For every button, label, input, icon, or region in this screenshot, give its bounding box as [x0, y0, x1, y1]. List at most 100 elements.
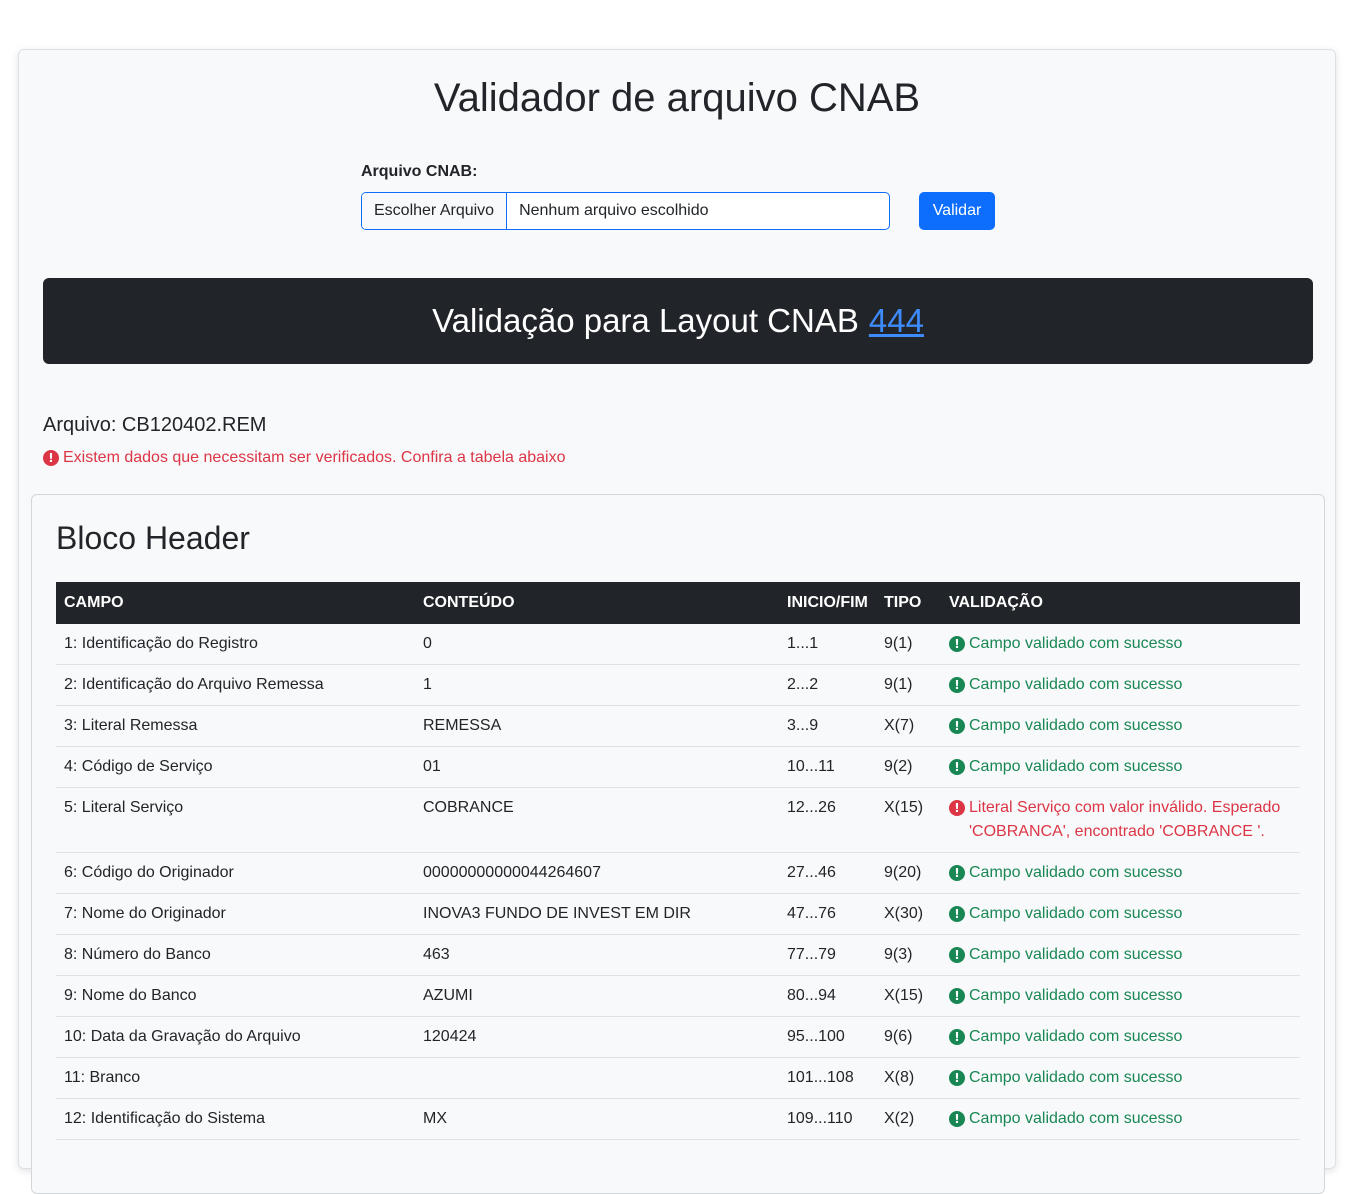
- cell-tipo: X(8): [876, 1057, 941, 1099]
- exclamation-circle-icon: !: [949, 1070, 965, 1086]
- cell-inicio-fim: 95...100: [779, 1016, 876, 1058]
- warning-text: Existem dados que necessitam ser verific…: [63, 449, 566, 466]
- cell-inicio-fim: 101...108: [779, 1057, 876, 1099]
- warning-message: ! Existem dados que necessitam ser verif…: [43, 449, 565, 467]
- cell-tipo: 9(1): [876, 664, 941, 706]
- validation-text: Campo validado com sucesso: [969, 758, 1183, 775]
- cell-campo: 4: Código de Serviço: [56, 746, 415, 788]
- file-input[interactable]: Escolher Arquivo Nenhum arquivo escolhid…: [361, 192, 890, 230]
- cell-tipo: X(15): [876, 787, 941, 853]
- validation-text: Campo validado com sucesso: [969, 987, 1183, 1004]
- cell-conteudo: INOVA3 FUNDO DE INVEST EM DIR: [415, 893, 779, 935]
- cell-inicio-fim: 47...76: [779, 893, 876, 935]
- table-row: 1: Identificação do Registro 0 1...1 9(1)! C…: [56, 624, 1300, 665]
- exclamation-circle-icon: !: [949, 1029, 965, 1045]
- exclamation-circle-icon: !: [949, 906, 965, 922]
- cell-campo: 12: Identificação do Sistema: [56, 1098, 415, 1140]
- cell-inicio-fim: 77...79: [779, 934, 876, 976]
- exclamation-circle-icon: !: [949, 636, 965, 652]
- cell-validacao: ! Campo validado com sucesso: [941, 975, 1300, 1017]
- cell-validacao: ! Campo validado com sucesso: [941, 934, 1300, 976]
- cell-conteudo: 00000000000044264607: [415, 852, 779, 894]
- cell-inicio-fim: 1...1: [779, 624, 876, 665]
- exclamation-circle-icon: !: [949, 677, 965, 693]
- col-inicio-fim: INICIO/FIM: [779, 582, 876, 624]
- table-row: 6: Código do Originador 00000000000044264…: [56, 852, 1300, 894]
- cell-tipo: 9(1): [876, 624, 941, 665]
- cell-campo: 6: Código do Originador: [56, 852, 415, 894]
- layout-link[interactable]: 444: [869, 302, 924, 340]
- cell-tipo: 9(20): [876, 852, 941, 894]
- cell-campo: 10: Data da Gravação do Arquivo: [56, 1016, 415, 1058]
- exclamation-circle-icon: !: [949, 718, 965, 734]
- table-row: 12: Identificação do Sistema MX 109...110 X…: [56, 1098, 1300, 1140]
- cell-conteudo: 01: [415, 746, 779, 788]
- cell-conteudo: 463: [415, 934, 779, 976]
- col-campo: CAMPO: [56, 582, 415, 624]
- cell-conteudo: REMESSA: [415, 705, 779, 747]
- cell-tipo: X(30): [876, 893, 941, 935]
- cell-conteudo: MX: [415, 1098, 779, 1140]
- cell-tipo: 9(6): [876, 1016, 941, 1058]
- cell-campo: 9: Nome do Banco: [56, 975, 415, 1017]
- cell-conteudo: COBRANCE: [415, 787, 779, 853]
- file-status-text: Nenhum arquivo escolhido: [519, 202, 709, 219]
- section-title: Bloco Header: [56, 520, 250, 556]
- cell-conteudo: 0: [415, 624, 779, 665]
- cell-tipo: X(2): [876, 1098, 941, 1140]
- exclamation-circle-icon: !: [949, 865, 965, 881]
- main-card: Validador de arquivo CNAB Arquivo CNAB: …: [18, 49, 1336, 1194]
- validation-text: Campo validado com sucesso: [969, 1028, 1183, 1045]
- exclamation-circle-icon: !: [949, 759, 965, 775]
- validation-text: Literal Serviço com valor inválido. Espe…: [969, 799, 1281, 840]
- cell-conteudo: AZUMI: [415, 975, 779, 1017]
- table-row: 7: Nome do Originador INOVA3 FUNDO DE INV…: [56, 893, 1300, 935]
- cell-campo: 3: Literal Remessa: [56, 705, 415, 747]
- cell-validacao: ! Literal Serviço com valor inválido. Esp…: [941, 787, 1300, 853]
- cell-validacao: ! Campo validado com sucesso: [941, 624, 1300, 665]
- cell-validacao: ! Campo validado com sucesso: [941, 705, 1300, 747]
- table-row: 5: Literal Serviço COBRANCE 12...26 X(15)! L…: [56, 787, 1300, 853]
- cell-inicio-fim: 2...2: [779, 664, 876, 706]
- cell-campo: 1: Identificação do Registro: [56, 624, 415, 665]
- cell-conteudo: [415, 1057, 779, 1099]
- cell-campo: 7: Nome do Originador: [56, 893, 415, 935]
- validation-text: Campo validado com sucesso: [969, 946, 1183, 963]
- exclamation-circle-icon: !: [949, 947, 965, 963]
- validation-text: Campo validado com sucesso: [969, 905, 1183, 922]
- validation-text: Campo validado com sucesso: [969, 676, 1183, 693]
- validation-table: CAMPO CONTEÚDO INICIO/FIM TIPO VALIDAÇÃO…: [56, 582, 1300, 1140]
- validation-text: Campo validado com sucesso: [969, 635, 1183, 652]
- table-row: 8: Número do Banco 463 77...79 9(3)! Campo v…: [56, 934, 1300, 976]
- cell-inicio-fim: 27...46: [779, 852, 876, 894]
- col-validacao: VALIDAÇÃO: [941, 582, 1300, 624]
- validation-text: Campo validado com sucesso: [969, 864, 1183, 881]
- validate-button[interactable]: Validar: [919, 192, 995, 230]
- validation-text: Campo validado com sucesso: [969, 1110, 1183, 1127]
- page-title: Validador de arquivo CNAB: [433, 76, 921, 120]
- cell-validacao: ! Campo validado com sucesso: [941, 1098, 1300, 1140]
- exclamation-circle-icon: !: [949, 800, 965, 816]
- cell-inicio-fim: 10...11: [779, 746, 876, 788]
- col-conteudo: CONTEÚDO: [415, 582, 779, 624]
- cell-tipo: X(7): [876, 705, 941, 747]
- layout-banner-text: Validação para Layout CNAB: [432, 302, 859, 339]
- cell-validacao: ! Campo validado com sucesso: [941, 746, 1300, 788]
- validation-text: Campo validado com sucesso: [969, 1069, 1183, 1086]
- file-upload-label: Arquivo CNAB:: [361, 163, 478, 180]
- table-row: 3: Literal Remessa REMESSA 3...9 X(7)! Campo…: [56, 705, 1300, 747]
- cell-tipo: 9(3): [876, 934, 941, 976]
- cell-validacao: ! Campo validado com sucesso: [941, 664, 1300, 706]
- cell-conteudo: 1: [415, 664, 779, 706]
- validation-text: Campo validado com sucesso: [969, 717, 1183, 734]
- cell-campo: 11: Branco: [56, 1057, 415, 1099]
- cell-inicio-fim: 80...94: [779, 975, 876, 1017]
- cell-campo: 8: Número do Banco: [56, 934, 415, 976]
- cell-validacao: ! Campo validado com sucesso: [941, 1016, 1300, 1058]
- cell-campo: 5: Literal Serviço: [56, 787, 415, 853]
- choose-file-button[interactable]: Escolher Arquivo: [362, 193, 508, 229]
- exclamation-circle-icon: !: [949, 988, 965, 1004]
- exclamation-circle-icon: !: [949, 1111, 965, 1127]
- cell-tipo: 9(2): [876, 746, 941, 788]
- cell-campo: 2: Identificação do Arquivo Remessa: [56, 664, 415, 706]
